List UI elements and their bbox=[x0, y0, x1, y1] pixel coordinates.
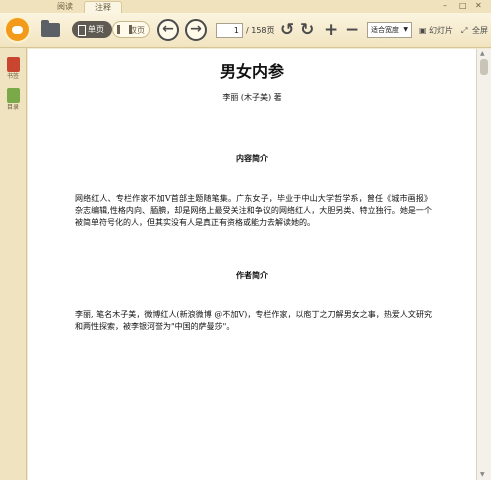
toc-label: 目录 bbox=[6, 104, 19, 111]
tab-strip: 阅读 注释 – □ ✕ bbox=[0, 0, 491, 13]
section-text-author: 李丽, 笔名木子美，微博红人(新浪微博 @不加V)，专栏作家，以庖丁之刀解男女之… bbox=[75, 310, 432, 331]
document-page: 男女内参 李丽 (木子美) 著 内容简介 网络红人、专栏作家不加V首部主题随笔集… bbox=[28, 49, 476, 480]
app-logo-icon[interactable] bbox=[4, 16, 31, 43]
page-number-input[interactable]: 1 bbox=[216, 23, 243, 38]
single-page-button[interactable]: 单页 bbox=[72, 21, 112, 38]
toc-button[interactable]: 目录 bbox=[2, 88, 24, 112]
zoom-out-icon[interactable]: − bbox=[345, 19, 359, 41]
document-author: 李丽 (木子美) 著 bbox=[222, 93, 282, 102]
next-page-icon[interactable]: → bbox=[185, 19, 207, 41]
slideshow-label[interactable]: 幻灯片 bbox=[429, 25, 453, 36]
document-title: 男女内参 bbox=[219, 62, 284, 81]
tab-read[interactable]: 阅读 bbox=[46, 1, 84, 13]
slideshow-icon[interactable]: ▣ bbox=[419, 25, 427, 36]
bookmarks-label: 书签 bbox=[6, 73, 19, 80]
close-icon[interactable]: ✕ bbox=[475, 1, 482, 11]
section-text-summary: 网络红人、专栏作家不加V首部主题随笔集。广东女子，毕业于中山大学哲学系，曾任《城… bbox=[75, 194, 432, 227]
double-page-button[interactable]: 双页 bbox=[112, 21, 150, 38]
scroll-up-icon[interactable]: ▲ bbox=[480, 50, 485, 58]
fullscreen-label[interactable]: 全屏 bbox=[472, 25, 488, 36]
side-rail: 书签 目录 bbox=[0, 48, 27, 480]
rotate-right-icon[interactable]: ↻ bbox=[300, 19, 314, 41]
previous-page-icon[interactable]: ← bbox=[157, 19, 179, 41]
zoom-mode-value: 适合宽度 bbox=[371, 26, 399, 34]
minimize-icon[interactable]: – bbox=[443, 1, 447, 11]
tab-annotate[interactable]: 注释 bbox=[84, 1, 122, 13]
toolbar: 单页 双页 ← → 1 / 158页 ↺ ↻ + − 适合宽度 ▼ ▣ 幻灯片 … bbox=[0, 13, 491, 48]
bookmark-icon bbox=[6, 57, 20, 72]
page-total-label: / 158页 bbox=[246, 26, 275, 35]
bookmarks-button[interactable]: 书签 bbox=[2, 57, 24, 81]
vertical-scrollbar[interactable]: ▲ ▼ bbox=[476, 49, 491, 480]
zoom-in-icon[interactable]: + bbox=[324, 19, 338, 41]
scrollbar-thumb[interactable] bbox=[480, 59, 488, 75]
chevron-down-icon: ▼ bbox=[403, 26, 408, 33]
open-folder-icon[interactable] bbox=[41, 20, 60, 37]
section-heading-author: 作者简介 bbox=[236, 270, 268, 280]
zoom-mode-select[interactable]: 适合宽度 ▼ bbox=[367, 22, 412, 38]
scroll-down-icon[interactable]: ▼ bbox=[480, 471, 485, 479]
maximize-icon[interactable]: □ bbox=[459, 1, 467, 11]
fullscreen-icon[interactable]: ⤢ bbox=[461, 25, 467, 36]
section-heading-summary: 内容简介 bbox=[236, 153, 268, 163]
rotate-left-icon[interactable]: ↺ bbox=[280, 19, 294, 41]
table-of-contents-icon bbox=[6, 88, 20, 103]
